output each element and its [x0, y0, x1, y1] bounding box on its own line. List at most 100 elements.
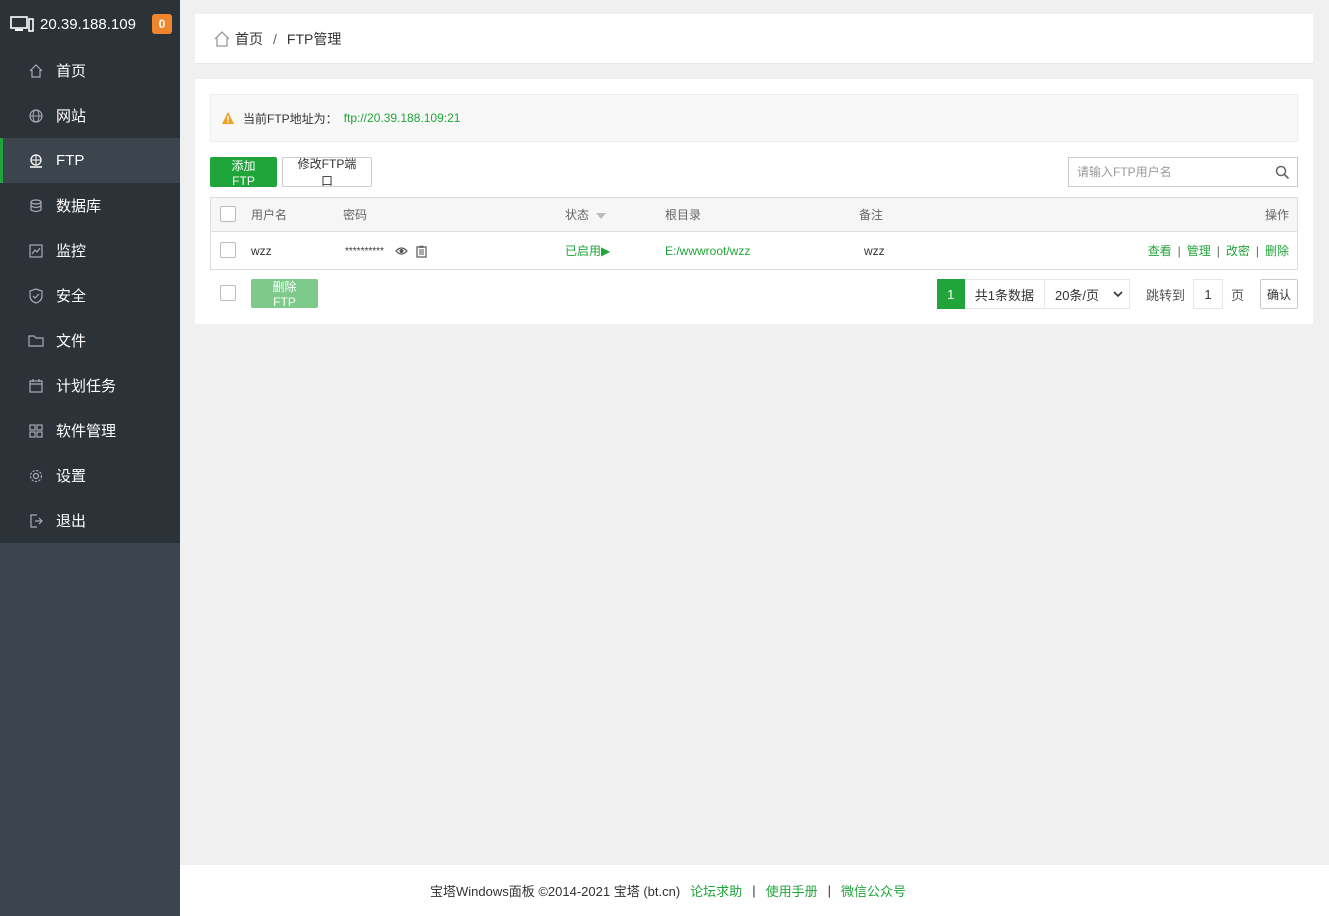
- menu-label: 首页: [56, 63, 87, 80]
- header-root: 根目录: [665, 208, 702, 222]
- gear-icon: [28, 468, 44, 484]
- monitor-icon: [28, 243, 44, 259]
- modify-ftp-port-button[interactable]: 修改FTP端口: [282, 157, 372, 188]
- grid-icon: [28, 423, 44, 439]
- breadcrumb-separator: /: [273, 30, 277, 47]
- pagination: 1 共1条数据 20条/页 跳转到 1 页 确认: [936, 279, 1298, 309]
- header-status[interactable]: 状态: [565, 206, 607, 223]
- menu-item-security[interactable]: 安全: [0, 273, 180, 318]
- sidebar: 20.39.188.109 0 首页 网站 FTP 数据库 监控 安全 文件 计…: [0, 0, 180, 916]
- table-row: wzz ********** 已启用▶ E:/wwwroot/wzz wzz 查…: [211, 232, 1297, 269]
- footer-separator: |: [752, 883, 756, 898]
- action-separator: |: [1255, 244, 1259, 258]
- menu-label: 退出: [56, 513, 87, 530]
- notice-label: 当前FTP地址为：: [243, 111, 338, 126]
- cell-status[interactable]: 已启用▶: [565, 242, 610, 259]
- page-unit: 页: [1230, 287, 1244, 303]
- server-header: 20.39.188.109 0: [0, 0, 180, 48]
- row-checkbox[interactable]: [220, 242, 236, 258]
- bulk-select-checkbox[interactable]: [220, 285, 236, 301]
- footer-separator: |: [827, 883, 831, 898]
- select-all-checkbox[interactable]: [220, 206, 236, 222]
- manual-link[interactable]: 使用手册: [766, 881, 818, 900]
- menu-item-logout[interactable]: 退出: [0, 498, 180, 543]
- main-content: 首页 / FTP管理 当前FTP地址为： ftp://20.39.188.109…: [180, 0, 1329, 916]
- cell-remark[interactable]: wzz: [864, 244, 885, 258]
- menu-label: 文件: [56, 333, 87, 350]
- jump-label: 跳转到: [1145, 287, 1185, 303]
- site-footer: 宝塔Windows面板 ©2014-2021 宝塔 (bt.cn) 论坛求助 |…: [180, 865, 1329, 916]
- menu-label: FTP: [56, 152, 85, 169]
- add-ftp-button[interactable]: 添加FTP: [210, 157, 277, 188]
- page-number-current[interactable]: 1: [936, 279, 965, 309]
- delete-link[interactable]: 删除: [1265, 244, 1289, 258]
- server-ip: 20.39.188.109: [40, 15, 136, 33]
- folder-icon: [28, 333, 44, 349]
- breadcrumb-current: FTP管理: [286, 30, 342, 47]
- menu-item-monitor[interactable]: 监控: [0, 228, 180, 273]
- jump-page-input[interactable]: 1: [1192, 279, 1223, 309]
- ftp-table: 用户名 密码 状态 根目录 备注 操作 wzz ********** 已启用▶ …: [210, 197, 1298, 270]
- menu-label: 安全: [56, 288, 87, 305]
- view-link[interactable]: 查看: [1148, 244, 1172, 258]
- ftp-panel: 当前FTP地址为： ftp://20.39.188.109:21 添加FTP 修…: [195, 79, 1313, 324]
- total-count: 共1条数据: [964, 279, 1045, 309]
- delete-ftp-button[interactable]: 删除FTP: [251, 279, 318, 309]
- cell-root-path[interactable]: E:/wwwroot/wzz: [665, 244, 750, 258]
- search-box: [1068, 157, 1298, 187]
- breadcrumb-home-link[interactable]: 首页: [235, 29, 263, 49]
- table-footer: 删除FTP 1 共1条数据 20条/页 跳转到 1 页 确认: [210, 279, 1298, 309]
- cell-username: wzz: [251, 243, 272, 258]
- menu-item-software[interactable]: 软件管理: [0, 408, 180, 453]
- home-icon: [28, 63, 44, 79]
- ftp-address: ftp://20.39.188.109:21: [343, 111, 461, 125]
- menu-label: 数据库: [56, 198, 102, 215]
- menu-item-settings[interactable]: 设置: [0, 453, 180, 498]
- notification-badge[interactable]: 0: [152, 14, 172, 34]
- play-icon: ▶: [601, 244, 611, 258]
- chevron-down-icon: [1113, 291, 1123, 297]
- globe-icon: [28, 108, 44, 124]
- forum-link[interactable]: 论坛求助: [690, 881, 742, 900]
- header-username: 用户名: [251, 208, 288, 222]
- jump-confirm-button[interactable]: 确认: [1260, 279, 1298, 309]
- warning-icon: [222, 112, 234, 124]
- copy-icon[interactable]: [416, 245, 427, 258]
- search-input[interactable]: [1069, 158, 1267, 186]
- password-mask: **********: [345, 246, 384, 258]
- menu-item-website[interactable]: 网站: [0, 93, 180, 138]
- menu-label: 监控: [56, 243, 87, 260]
- manage-link[interactable]: 管理: [1187, 244, 1211, 258]
- menu-item-files[interactable]: 文件: [0, 318, 180, 363]
- change-password-link[interactable]: 改密: [1226, 244, 1250, 258]
- menu-item-home[interactable]: 首页: [0, 48, 180, 93]
- header-actions: 操作: [1264, 208, 1289, 222]
- search-icon[interactable]: [1267, 165, 1297, 180]
- breadcrumb: 首页 / FTP管理: [195, 14, 1313, 64]
- menu-item-database[interactable]: 数据库: [0, 183, 180, 228]
- menu-item-cron[interactable]: 计划任务: [0, 363, 180, 408]
- page-size-select[interactable]: 20条/页: [1044, 279, 1130, 309]
- ftp-icon: [28, 153, 44, 169]
- home-icon: [214, 30, 230, 47]
- action-separator: |: [1216, 244, 1220, 258]
- copyright-text: 宝塔Windows面板 ©2014-2021 宝塔 (bt.cn): [430, 884, 681, 899]
- menu-label: 网站: [56, 108, 87, 125]
- menu-item-ftp[interactable]: FTP: [0, 138, 180, 183]
- header-status-label: 状态: [565, 208, 590, 222]
- logout-icon: [28, 513, 44, 529]
- main-menu: 首页 网站 FTP 数据库 监控 安全 文件 计划任务 软件管理 设置 退出: [0, 48, 180, 543]
- menu-label: 设置: [56, 468, 87, 485]
- status-label: 已启用: [565, 244, 602, 258]
- table-header-row: 用户名 密码 状态 根目录 备注 操作: [211, 198, 1297, 232]
- menu-label: 软件管理: [56, 423, 117, 440]
- shield-icon: [28, 287, 44, 304]
- wechat-link[interactable]: 微信公众号: [841, 881, 906, 900]
- eye-icon[interactable]: [395, 246, 409, 256]
- calendar-icon: [28, 378, 44, 394]
- cell-password: **********: [345, 243, 427, 257]
- menu-label: 计划任务: [56, 378, 117, 395]
- ftp-address-notice: 当前FTP地址为： ftp://20.39.188.109:21: [210, 94, 1298, 142]
- page-size-value: 20条/页: [1054, 287, 1100, 303]
- sort-down-icon: [596, 212, 607, 219]
